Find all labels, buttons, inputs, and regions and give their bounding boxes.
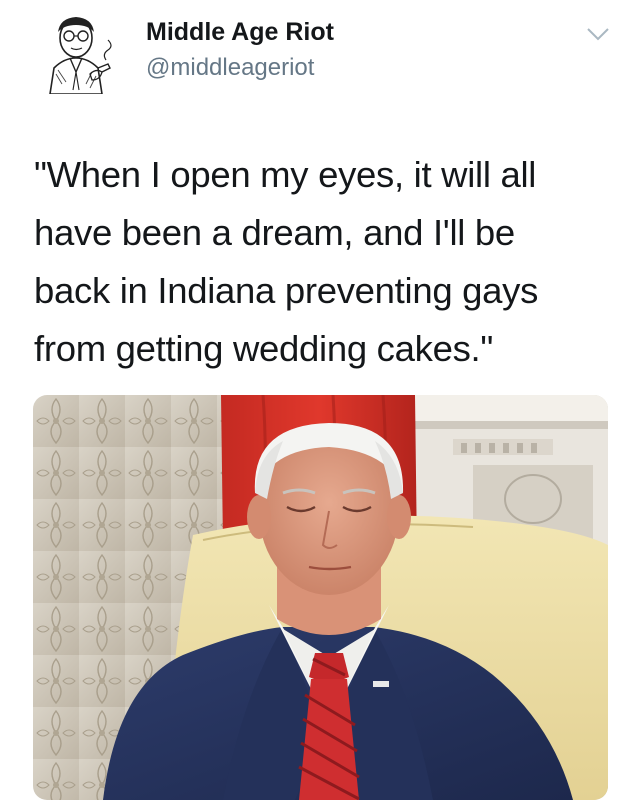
display-name[interactable]: Middle Age Riot <box>146 18 334 46</box>
author-info[interactable]: Middle Age Riot @middleageriot <box>146 18 334 82</box>
username-handle[interactable]: @middleageriot <box>146 54 334 82</box>
tweet-photo[interactable] <box>33 395 608 800</box>
photo-image <box>33 395 608 800</box>
avatar[interactable] <box>36 10 120 95</box>
tweet-text: "When I open my eyes, it will all have b… <box>34 154 539 369</box>
chevron-down-icon[interactable] <box>586 26 610 42</box>
avatar-illustration <box>36 10 120 95</box>
tweet: Middle Age Riot @middleageriot "When I o… <box>0 0 640 809</box>
